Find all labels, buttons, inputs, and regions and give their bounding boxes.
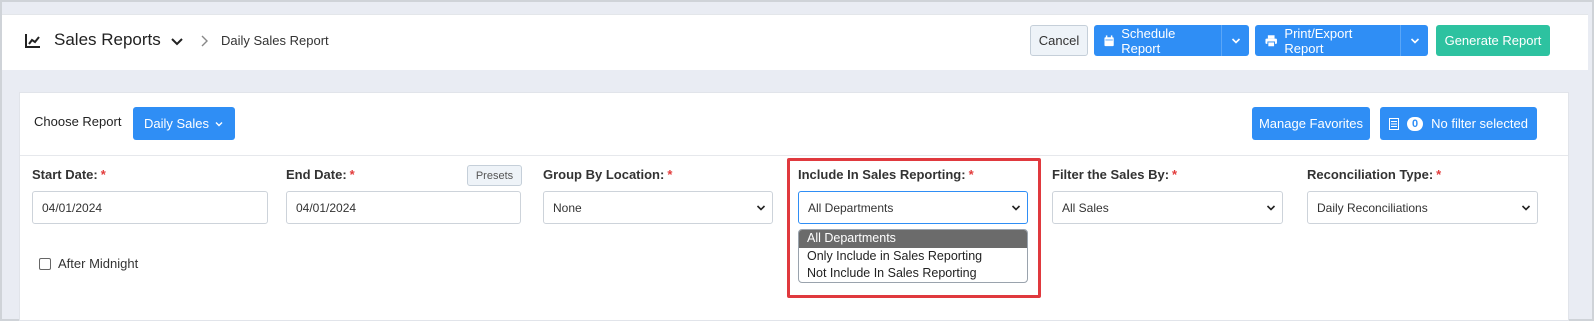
chevron-down-icon [1231,37,1240,44]
filter-sales-by-value: All Sales [1062,200,1109,215]
group-by-location-label: Group By Location: * [543,167,673,182]
chevron-down-icon [1266,205,1276,211]
print-export-dropdown-toggle[interactable] [1400,25,1428,56]
filter-sales-by-select[interactable]: All Sales [1052,191,1283,224]
include-in-sales-reporting-options: All Departments Only Include in Sales Re… [798,229,1028,283]
filter-sales-by-label: Filter the Sales By: * [1052,167,1178,182]
filter-status-button[interactable]: 0 No filter selected [1380,107,1537,140]
print-export-button-group: Print/Export Report [1255,25,1428,56]
include-in-sales-reporting-select[interactable]: All Departments [798,191,1028,224]
chevron-down-icon [215,121,223,126]
start-date-label: Start Date: * [32,167,106,182]
start-date-value: 04/01/2024 [42,200,103,215]
end-date-value: 04/01/2024 [296,200,357,215]
reconciliation-type-label: Reconciliation Type: * [1307,167,1442,182]
manage-favorites-button[interactable]: Manage Favorites [1252,107,1370,140]
include-in-sales-reporting-value: All Departments [808,200,894,215]
end-date-label: End Date: * [286,167,355,182]
end-date-input[interactable]: 04/01/2024 [286,191,521,224]
page-header: Sales Reports Daily Sales Report Cancel … [2,14,1588,70]
line-chart-icon [25,34,40,48]
printer-icon [1265,34,1277,47]
breadcrumb-current: Daily Sales Report [221,33,329,48]
page-title: Sales Reports [54,30,161,49]
presets-button[interactable]: Presets [467,165,522,186]
filter-count-badge: 0 [1407,116,1424,131]
schedule-report-button-group: Schedule Report [1094,25,1249,56]
schedule-report-dropdown-toggle[interactable] [1221,25,1249,56]
schedule-report-button[interactable]: Schedule Report [1094,25,1221,56]
calendar-icon [1104,34,1114,46]
chevron-down-icon [1410,37,1419,44]
chevron-down-icon [1521,205,1531,211]
list-icon [1389,117,1400,130]
chevron-right-icon [201,35,208,47]
after-midnight-label: After Midnight [58,256,139,271]
selected-report-label: Daily Sales [143,116,210,131]
start-date-input[interactable]: 04/01/2024 [32,191,268,224]
after-midnight-row: After Midnight [39,256,138,271]
choose-report-label: Choose Report [34,114,122,129]
after-midnight-checkbox[interactable] [39,257,51,270]
option-all-departments[interactable]: All Departments [799,230,1027,248]
chevron-down-icon [1011,205,1021,211]
filter-status-label: No filter selected [1431,116,1528,131]
option-only-include[interactable]: Only Include in Sales Reporting [799,248,1027,266]
cancel-button[interactable]: Cancel [1030,25,1088,56]
reconciliation-type-select[interactable]: Daily Reconciliations [1307,191,1538,224]
include-in-sales-reporting-label: Include In Sales Reporting: * [798,167,974,182]
print-export-button[interactable]: Print/Export Report [1255,25,1400,56]
choose-report-dropdown[interactable]: Daily Sales [133,107,235,140]
chevron-down-icon[interactable] [170,35,184,49]
option-not-include[interactable]: Not Include In Sales Reporting [799,265,1027,282]
group-by-location-value: None [553,200,582,215]
reconciliation-type-value: Daily Reconciliations [1317,200,1428,215]
schedule-report-label: Schedule Report [1121,25,1176,56]
report-filters-card: Choose Report Daily Sales Manage Favorit… [19,92,1569,321]
divider [20,155,1568,156]
print-export-label: Print/Export Report [1284,25,1353,56]
group-by-location-select[interactable]: None [543,191,773,224]
chevron-down-icon [756,205,766,211]
generate-report-button[interactable]: Generate Report [1436,25,1550,56]
